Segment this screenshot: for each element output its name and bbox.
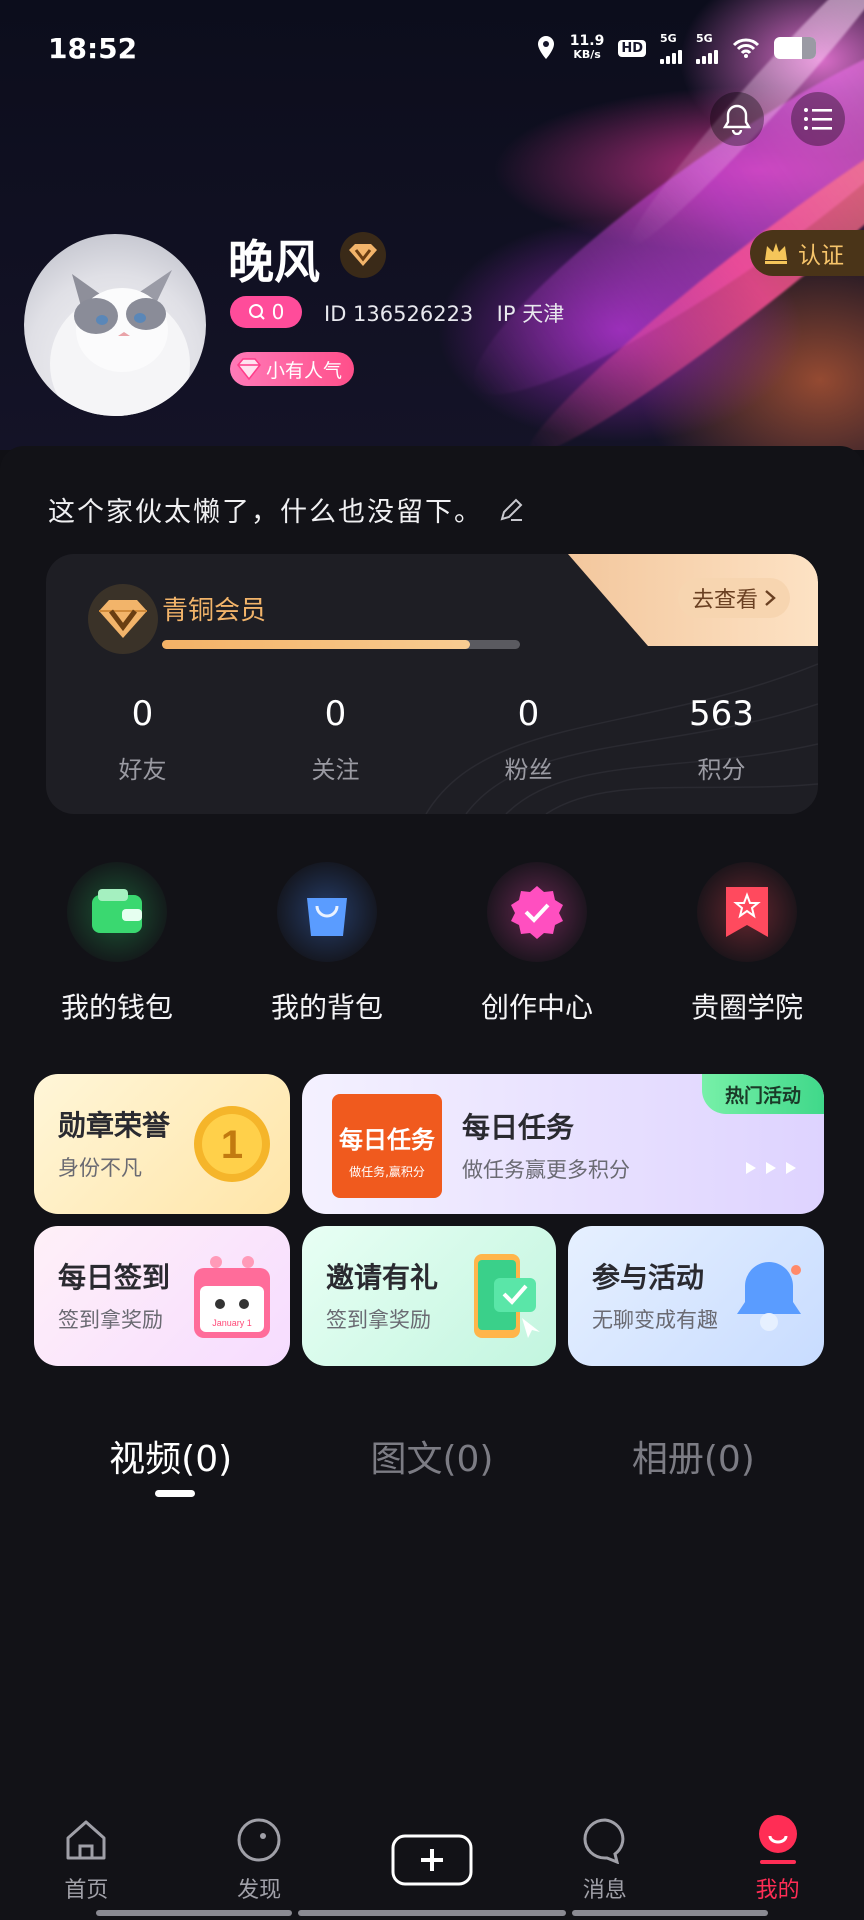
stat-friends[interactable]: 0 好友 bbox=[46, 694, 239, 785]
signal-2: 5G bbox=[696, 33, 718, 64]
wallet-icon bbox=[92, 889, 142, 933]
shortcut-creator-center[interactable]: 创作中心 bbox=[437, 862, 637, 1026]
menu-button[interactable] bbox=[791, 92, 845, 146]
popularity-badge[interactable]: 小有人气 bbox=[230, 352, 355, 386]
badge-check-icon bbox=[511, 886, 563, 939]
svg-text:January 1: January 1 bbox=[212, 1318, 252, 1328]
tab-albums[interactable]: 相册(0) bbox=[632, 1430, 755, 1482]
membership-title: 青铜会员 bbox=[162, 596, 267, 626]
nav-profile[interactable]: 我的 bbox=[703, 1800, 853, 1920]
triple-arrow-icon bbox=[746, 1162, 796, 1174]
tab-videos[interactable]: 视频(0) bbox=[109, 1430, 232, 1482]
diamond-v-icon bbox=[349, 244, 377, 266]
status-time: 18:52 bbox=[48, 31, 138, 65]
id-ip-line: ID 136526223 IP 天津 bbox=[324, 298, 564, 328]
membership-progress-fill bbox=[162, 640, 470, 649]
bottom-navigation: 首页 发现 消息 我的 bbox=[0, 1800, 864, 1920]
ip-location: IP 天津 bbox=[496, 302, 565, 326]
profile-icon bbox=[758, 1815, 797, 1864]
list-menu-icon bbox=[804, 108, 832, 130]
battery-icon bbox=[774, 37, 816, 59]
hot-activity-badge: 热门活动 bbox=[702, 1074, 824, 1114]
bookmark-star-icon bbox=[726, 887, 768, 937]
cat-avatar-image bbox=[50, 270, 190, 416]
view-membership-button[interactable]: 去查看 bbox=[677, 578, 790, 618]
pink-diamond-icon bbox=[237, 358, 261, 381]
tab-posts[interactable]: 图文(0) bbox=[370, 1430, 493, 1482]
card-daily-signin[interactable]: 每日签到 签到拿奖励 January 1 bbox=[34, 1226, 290, 1366]
avatar[interactable] bbox=[24, 234, 206, 416]
edit-icon[interactable] bbox=[497, 496, 525, 524]
daily-task-logo: 每日任务 做任务,赢积分 bbox=[332, 1094, 442, 1198]
gesture-bar bbox=[96, 1910, 292, 1916]
shortcut-wallet[interactable]: 我的钱包 bbox=[17, 862, 217, 1026]
gold-medal-icon: 1 bbox=[194, 1106, 270, 1182]
user-id: ID 136526223 bbox=[324, 302, 474, 326]
nav-discover[interactable]: 发现 bbox=[184, 1800, 334, 1920]
profile-stats: 0 好友 0 关注 0 粉丝 563 积分 bbox=[46, 694, 818, 785]
bronze-member-logo bbox=[88, 584, 158, 654]
notification-button[interactable] bbox=[710, 92, 764, 146]
active-tab-indicator bbox=[155, 1490, 195, 1497]
chevron-right-icon bbox=[765, 590, 776, 606]
card-join-activity[interactable]: 参与活动 无聊变成有趣 bbox=[568, 1226, 824, 1366]
phone-check-icon bbox=[474, 1254, 540, 1338]
nav-messages[interactable]: 消息 bbox=[530, 1800, 680, 1920]
membership-card[interactable]: 去查看 青铜会员 0 好友 0 关注 0 粉丝 563 积分 bbox=[46, 554, 818, 814]
stat-following[interactable]: 0 关注 bbox=[239, 694, 432, 785]
diamond-v-icon bbox=[99, 600, 147, 638]
shortcut-row: 我的钱包 我的背包 创作中心 贵圈学院 bbox=[0, 862, 864, 1026]
shortcut-bag[interactable]: 我的背包 bbox=[227, 862, 427, 1026]
wifi-icon bbox=[732, 38, 760, 58]
content-tabs: 视频(0) 图文(0) 相册(0) bbox=[0, 1430, 864, 1482]
discover-icon bbox=[237, 1818, 281, 1862]
stat-points[interactable]: 563 积分 bbox=[625, 694, 818, 785]
gesture-bar bbox=[298, 1910, 566, 1916]
card-medal-honor[interactable]: 勋章荣誉 身份不凡 1 bbox=[34, 1074, 290, 1214]
hd-icon: HD bbox=[618, 39, 646, 57]
bell-icon bbox=[722, 104, 752, 135]
search-chat-icon bbox=[248, 304, 265, 320]
card-invite[interactable]: 邀请有礼 签到拿奖励 bbox=[302, 1226, 556, 1366]
bio-line[interactable]: 这个家伙太懒了，什么也没留下。 bbox=[48, 490, 525, 529]
membership-progress bbox=[162, 640, 520, 649]
plus-icon bbox=[391, 1834, 473, 1886]
bio-text: 这个家伙太懒了，什么也没留下。 bbox=[48, 497, 483, 528]
status-bar: 18:52 11.9 KB/s HD 5G 5G bbox=[48, 28, 816, 68]
location-icon bbox=[537, 36, 554, 59]
nav-home[interactable]: 首页 bbox=[11, 1800, 161, 1920]
bag-icon bbox=[307, 898, 347, 936]
q-count-chip[interactable]: 0 bbox=[230, 296, 302, 328]
home-icon bbox=[66, 1820, 106, 1860]
certification-button[interactable]: 认证 bbox=[750, 230, 864, 276]
card-daily-task[interactable]: 每日任务 做任务,赢积分 每日任务 做任务赢更多积分 热门活动 bbox=[302, 1074, 824, 1214]
bell-3d-icon bbox=[737, 1262, 801, 1331]
network-speed: 11.9 KB/s bbox=[569, 33, 605, 61]
svg-text:1: 1 bbox=[221, 1123, 243, 1167]
shortcut-academy[interactable]: 贵圈学院 bbox=[647, 862, 847, 1026]
message-icon bbox=[583, 1818, 625, 1864]
signal-1: 5G bbox=[660, 33, 682, 64]
gesture-bar bbox=[572, 1910, 768, 1916]
nav-create[interactable] bbox=[357, 1800, 507, 1920]
member-level-badge[interactable] bbox=[340, 232, 386, 278]
crown-icon bbox=[765, 243, 787, 264]
stat-followers[interactable]: 0 粉丝 bbox=[432, 694, 625, 785]
profile-name: 晚风 bbox=[228, 235, 320, 289]
calendar-icon: January 1 bbox=[194, 1256, 270, 1338]
